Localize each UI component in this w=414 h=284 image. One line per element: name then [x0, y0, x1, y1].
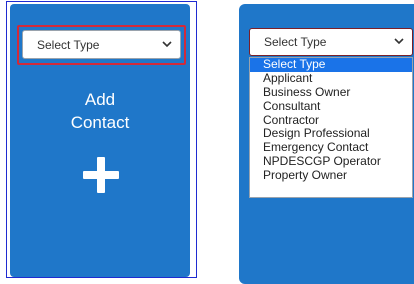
chevron-down-icon [394, 38, 404, 45]
dropdown-option[interactable]: Applicant [250, 71, 412, 86]
chevron-down-icon [162, 40, 172, 47]
dropdown-option[interactable]: Contractor [250, 113, 412, 128]
type-select-open[interactable]: Select Type [249, 28, 413, 56]
dropdown-option[interactable]: Business Owner [250, 85, 412, 100]
type-select-open-value: Select Type [264, 35, 327, 49]
dropdown-option[interactable]: Emergency Contact [250, 140, 412, 155]
type-dropdown-list: Select Type Applicant Business Owner Con… [249, 57, 413, 198]
type-select-value: Select Type [37, 37, 100, 52]
dropdown-option[interactable]: Select Type [250, 57, 412, 72]
plus-icon[interactable] [83, 157, 119, 193]
dropdown-option[interactable]: Property Owner [250, 168, 412, 183]
add-contact-label-line1: Add [84, 90, 116, 109]
dropdown-option[interactable]: Consultant [250, 99, 412, 114]
dropdown-option[interactable]: NPDESCGP Operator [250, 154, 412, 169]
add-contact-label-line2: Contact [70, 113, 130, 132]
dropdown-option[interactable]: Design Professional [250, 127, 412, 141]
type-select[interactable]: Select Type [22, 30, 181, 59]
